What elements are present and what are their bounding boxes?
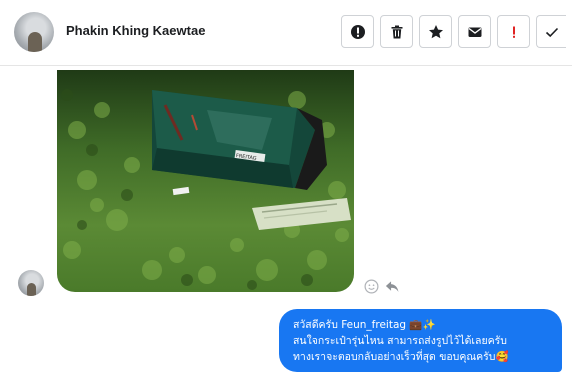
contact-avatar[interactable] [14, 12, 54, 52]
message-photo[interactable]: FREITAG [57, 70, 354, 292]
contact-name[interactable]: Phakin Khing Kaewtae [66, 23, 205, 38]
reply-icon [385, 281, 399, 292]
message-line-3: ทางเราจะตอบกลับอย่างเร็วที่สุด ขอบคุณครั… [293, 351, 509, 363]
reply-button[interactable] [384, 279, 400, 294]
trash-icon [391, 25, 402, 38]
alert-circle-icon [350, 24, 365, 39]
outgoing-message-bubble[interactable]: สวัสดีครับ Feun_freitag 💼✨ สนใจกระเป๋ารุ… [279, 309, 562, 372]
message-line-1: สวัสดีครับ Feun_freitag 💼✨ [293, 319, 436, 331]
envelope-icon [468, 27, 481, 37]
mark-done-button[interactable] [536, 15, 566, 48]
conversation-toolbar [341, 15, 566, 48]
message-actions [364, 279, 400, 294]
mark-unread-button[interactable] [458, 15, 491, 48]
bag-photo-illustration: FREITAG [61, 89, 351, 290]
check-icon [545, 27, 558, 37]
conversation-header: Phakin Khing Kaewtae [0, 0, 572, 66]
exclamation-icon [512, 26, 515, 38]
star-button[interactable] [419, 15, 452, 48]
delete-button[interactable] [380, 15, 413, 48]
mark-important-button[interactable] [497, 15, 530, 48]
message-line-2: สนใจกระเป๋ารุ่นไหน สามารถส่งรูปไว้ได้เลย… [293, 335, 507, 347]
star-icon [428, 24, 443, 38]
sender-avatar[interactable] [18, 270, 44, 296]
report-button[interactable] [341, 15, 374, 48]
react-button[interactable] [364, 279, 379, 294]
smiley-icon [364, 279, 379, 294]
